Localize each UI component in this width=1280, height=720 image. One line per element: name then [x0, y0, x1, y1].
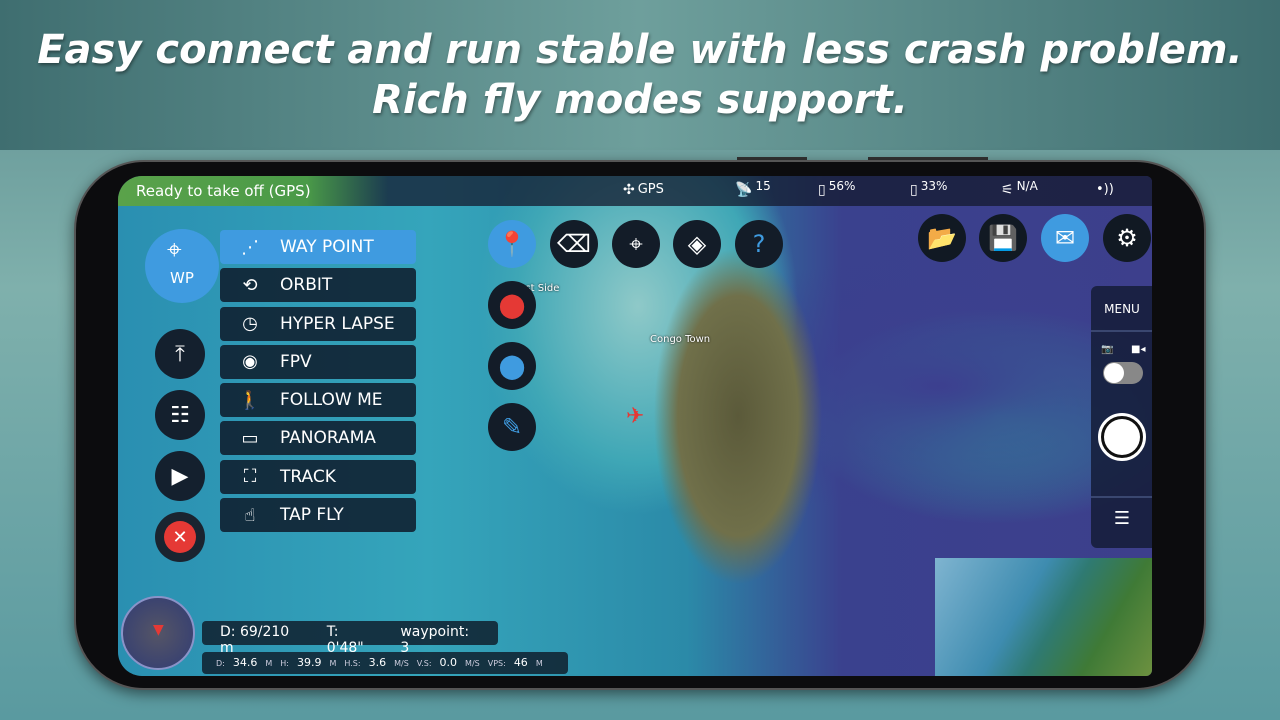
remote-battery-status: ▯ 33%	[910, 179, 948, 198]
waypoint-icon: ⌖	[167, 235, 182, 265]
help-button[interactable]: ?	[735, 220, 783, 268]
camera-pin-icon: ⬤	[498, 352, 526, 380]
open-folder-button[interactable]: 📂	[918, 214, 966, 262]
telemetry-hspeed: 3.6	[368, 656, 387, 669]
gps-status: ✣ GPS	[623, 182, 664, 198]
settings-button[interactable]: ⚙	[1103, 214, 1151, 262]
locate-button[interactable]: ⌖	[612, 220, 660, 268]
waypoint-icon: ⋰	[241, 236, 259, 258]
add-pin-icon: 📍	[497, 230, 527, 258]
banner-line-2: Rich fly modes support.	[372, 77, 908, 123]
wifi-icon: •))	[1096, 182, 1114, 197]
remote-battery-icon: ▯	[910, 182, 918, 198]
camera-preview[interactable]	[935, 558, 1152, 676]
telemetry-distance: 34.6	[232, 656, 258, 669]
app-screen: West Side Congo Town ✈ Ready to take off…	[118, 176, 1152, 676]
takeoff-button[interactable]: ⤒	[155, 329, 205, 379]
camera-icon: 📷	[1101, 344, 1114, 355]
signal-icon: ⚟	[1001, 182, 1014, 198]
message-button[interactable]: ✉	[1041, 214, 1089, 262]
battery-icon: ▯	[818, 182, 826, 198]
red-marker-button[interactable]: ⬤	[488, 281, 536, 329]
eye-icon: ◉	[242, 351, 258, 373]
erase-button[interactable]: ⌫	[550, 220, 598, 268]
aircraft-icon: ✈	[626, 404, 645, 429]
layers-button[interactable]: ◈	[673, 220, 721, 268]
mode-track[interactable]: ⛶ TRACK	[220, 459, 416, 494]
video-icon: ■◂	[1131, 344, 1146, 355]
mission-settings-button[interactable]: ☷	[155, 390, 205, 440]
play-icon: ▶	[171, 463, 189, 489]
floppy-disk-icon: 💾	[988, 224, 1018, 252]
banner-line-1: Easy connect and run stable with less cr…	[37, 27, 1243, 73]
telemetry-vps: 46	[513, 656, 528, 669]
mode-panorama[interactable]: ▭ PANORAMA	[220, 421, 416, 456]
mail-icon: ✉	[1054, 224, 1076, 252]
draw-button[interactable]: ✎	[488, 403, 536, 451]
drone-heading-icon: ▼	[153, 622, 164, 638]
hyperlapse-icon: ◷	[242, 313, 258, 335]
add-waypoint-button[interactable]: 📍	[488, 220, 536, 268]
cancel-button[interactable]: ✕	[155, 512, 205, 562]
crosshair-icon: ⌖	[629, 230, 643, 258]
play-button[interactable]: ▶	[155, 451, 205, 501]
layers-icon: ◈	[687, 230, 707, 258]
folder-icon: 📂	[927, 224, 957, 252]
mode-way-point[interactable]: ⋰ WAY POINT	[220, 230, 416, 264]
checklist-gear-icon: ☷	[170, 402, 190, 428]
follow-icon: 🚶	[238, 389, 262, 411]
map-label: Congo Town	[650, 334, 711, 345]
takeoff-icon: ⤒	[175, 341, 185, 367]
signal-status: ⚟ N/A	[1001, 179, 1038, 198]
mode-follow-me[interactable]: 🚶 FOLLOW ME	[220, 383, 416, 418]
mode-fpv[interactable]: ◉ FPV	[220, 344, 416, 379]
help-icon: ?	[752, 230, 766, 258]
radar-compass: ▼	[121, 596, 195, 670]
panorama-icon: ▭	[241, 427, 259, 449]
close-icon: ✕	[164, 521, 196, 553]
camera-panel: MENU 📷 ■◂ ☰	[1091, 286, 1152, 548]
mode-tap-fly[interactable]: ☝ TAP FLY	[220, 498, 416, 533]
save-button[interactable]: 💾	[979, 214, 1027, 262]
photo-video-toggle[interactable]	[1103, 362, 1143, 384]
waypoint-mode-button[interactable]: ⌖ WP	[145, 229, 219, 303]
pencil-icon: ✎	[501, 413, 523, 441]
fly-mode-menu: ⋰ WAY POINT ⟲ ORBIT ◷ HYPER LAPSE ◉ FPV 🚶 FOL…	[220, 230, 416, 536]
drone-battery-status: ▯ 56%	[818, 179, 856, 198]
mission-info: D: 69/210 m T: 0'48" waypoint: 3	[202, 621, 498, 656]
mode-hyper-lapse[interactable]: ◷ HYPER LAPSE	[220, 306, 416, 341]
photo-pin-button[interactable]: ⬤	[488, 342, 536, 390]
mode-orbit[interactable]: ⟲ ORBIT	[220, 268, 416, 303]
menu-button[interactable]: MENU	[1091, 286, 1152, 332]
status-bar: Ready to take off (GPS) ✣ GPS 📡 15 ▯ 56% ▯ 3…	[118, 176, 1152, 206]
telemetry-height: 39.9	[296, 656, 322, 669]
orbit-icon: ⟲	[242, 274, 258, 296]
promo-banner: Easy connect and run stable with less cr…	[0, 0, 1280, 150]
sliders-icon: ☰	[1113, 508, 1131, 529]
tap-icon: ☝	[244, 504, 256, 526]
camera-settings-button[interactable]: ☰	[1091, 496, 1152, 529]
telemetry-bar: D: 34.6 M H: 39.9 M H.S: 3.6 M/S V.S: 0.0 M/S VP…	[202, 652, 568, 674]
ready-status: Ready to take off (GPS)	[118, 176, 388, 206]
gear-icon: ⚙	[1116, 224, 1138, 252]
shutter-button[interactable]	[1098, 413, 1146, 461]
drone-icon: ✣	[623, 182, 635, 198]
track-icon: ⛶	[243, 466, 257, 488]
satellite-status: 📡 15	[735, 179, 771, 198]
satellite-dish-icon: 📡	[735, 182, 753, 198]
telemetry-vspeed: 0.0	[439, 656, 458, 669]
map-pin-icon: ⬤	[498, 291, 526, 319]
eraser-icon: ⌫	[557, 230, 591, 258]
